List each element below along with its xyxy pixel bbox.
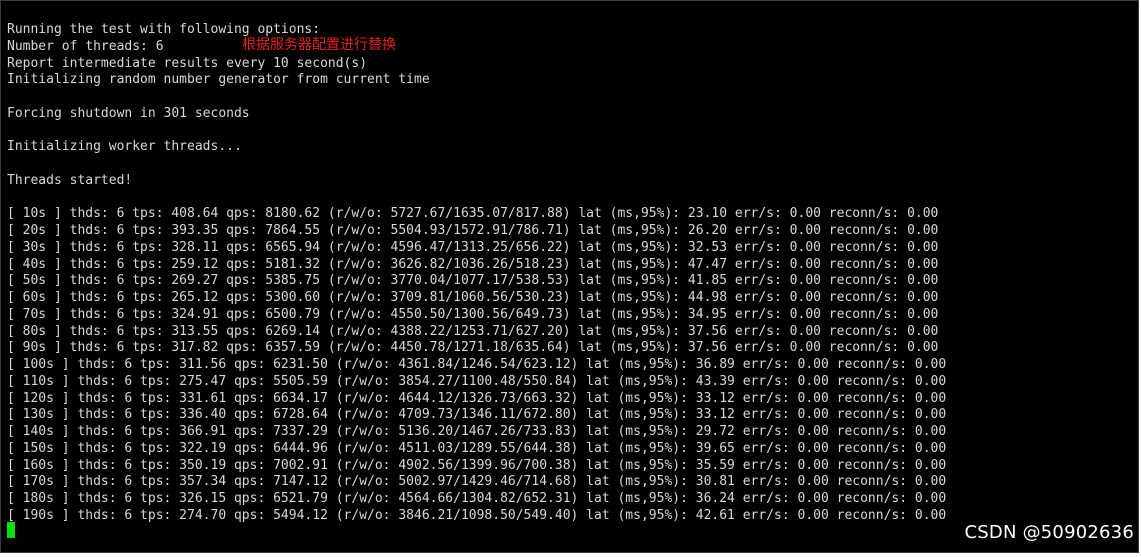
output-line: [ 50s ] thds: 6 tps: 269.27 qps: 5385.75…	[7, 273, 939, 289]
output-line: [ 150s ] thds: 6 tps: 322.19 qps: 6444.9…	[7, 440, 947, 456]
output-line	[7, 89, 946, 106]
output-line: [ 40s ] thds: 6 tps: 259.12 qps: 5181.32…	[7, 256, 939, 272]
output-line: [ 80s ] thds: 6 tps: 313.55 qps: 6269.14…	[7, 323, 939, 339]
terminal-output: Running the test with following options:…	[7, 22, 946, 525]
output-line: Initializing random number generator fro…	[7, 72, 430, 88]
output-line: [ 160s ] thds: 6 tps: 350.19 qps: 7002.9…	[7, 457, 947, 473]
threads-annotation: 根据服务器配置进行替换	[242, 37, 396, 53]
output-line: [ 120s ] thds: 6 tps: 331.61 qps: 6634.1…	[7, 390, 947, 406]
output-line: [ 70s ] thds: 6 tps: 324.91 qps: 6500.79…	[7, 306, 939, 322]
output-line: Initializing worker threads...	[7, 139, 242, 155]
output-line: [ 130s ] thds: 6 tps: 336.40 qps: 6728.6…	[7, 407, 947, 423]
output-line: Running the test with following options:	[7, 22, 321, 37]
output-line	[7, 123, 946, 140]
output-line: Threads started!	[7, 172, 133, 188]
output-line: [ 180s ] thds: 6 tps: 326.15 qps: 6521.7…	[7, 491, 947, 506]
output-line: Report intermediate results every 10 sec…	[7, 55, 368, 71]
output-line: [ 140s ] thds: 6 tps: 366.91 qps: 7337.2…	[7, 424, 947, 439]
output-line: Forcing shutdown in 301 seconds	[7, 105, 250, 121]
output-line: Number of threads: 6	[7, 38, 164, 54]
terminal-cursor	[7, 522, 15, 538]
output-line: [ 110s ] thds: 6 tps: 275.47 qps: 5505.5…	[7, 373, 947, 389]
output-line: [ 170s ] thds: 6 tps: 357.34 qps: 7147.1…	[7, 474, 947, 490]
output-line: [ 90s ] thds: 6 tps: 317.82 qps: 6357.59…	[7, 340, 939, 356]
output-line: [ 60s ] thds: 6 tps: 265.12 qps: 5300.60…	[7, 290, 939, 305]
output-line: [ 190s ] thds: 6 tps: 274.70 qps: 5494.1…	[7, 507, 947, 523]
output-line: [ 20s ] thds: 6 tps: 393.35 qps: 7864.55…	[7, 223, 939, 238]
terminal-window[interactable]: Running the test with following options:…	[0, 0, 1139, 553]
csdn-watermark: CSDN @50902636	[964, 522, 1134, 543]
output-line: [ 100s ] thds: 6 tps: 311.56 qps: 6231.5…	[7, 357, 947, 372]
output-line	[7, 156, 946, 173]
output-line: [ 10s ] thds: 6 tps: 408.64 qps: 8180.62…	[7, 206, 939, 222]
output-line: [ 30s ] thds: 6 tps: 328.11 qps: 6565.94…	[7, 239, 939, 255]
output-line	[7, 190, 946, 207]
